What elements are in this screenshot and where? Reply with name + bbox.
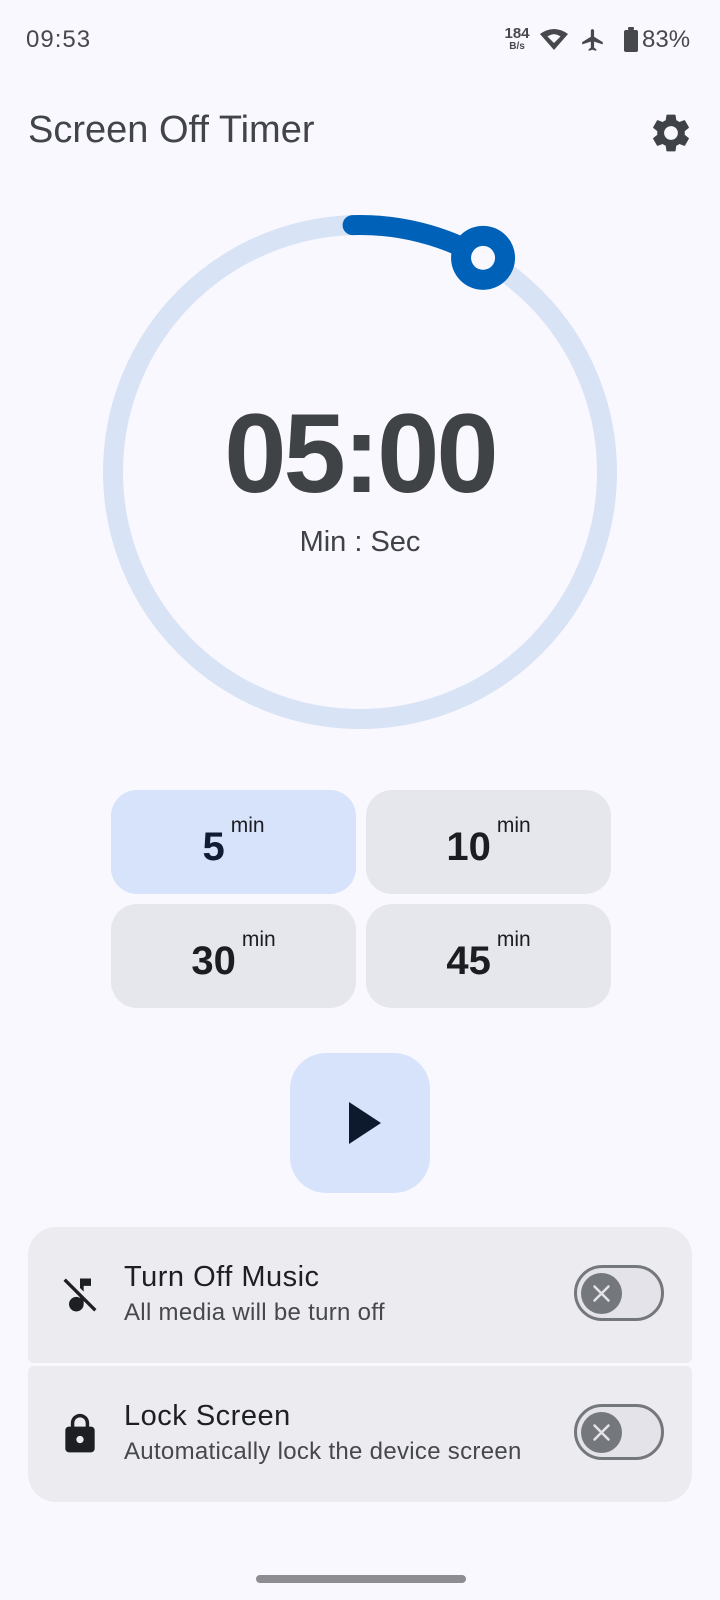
timer-drag-handle[interactable]: [451, 225, 516, 290]
preset-45-min-button[interactable]: 45 min: [366, 904, 611, 1008]
toggle-knob: [581, 1273, 622, 1314]
gear-icon: [653, 114, 689, 152]
battery-icon: [624, 27, 638, 52]
lock-icon: [65, 1413, 95, 1453]
preset-5-min-button[interactable]: 5 min: [111, 790, 356, 894]
settings-button[interactable]: [648, 110, 694, 156]
preset-value: 45: [446, 938, 491, 983]
timer-time-display: 05:00: [224, 391, 498, 516]
network-speed: 184 B/s: [500, 26, 534, 52]
option-subtitle: Automatically lock the device screen: [124, 1438, 522, 1465]
status-time: 09:53: [26, 26, 92, 53]
home-indicator[interactable]: [256, 1575, 466, 1583]
option-title: Turn Off Music: [124, 1261, 320, 1293]
lock-screen-toggle[interactable]: [574, 1404, 664, 1460]
preset-value: 10: [446, 824, 491, 869]
preset-value: 5: [202, 824, 225, 869]
play-button[interactable]: [290, 1053, 430, 1193]
preset-unit: min: [241, 928, 276, 951]
preset-30-min-button[interactable]: 30 min: [111, 904, 356, 1008]
preset-unit: min: [230, 814, 265, 837]
preset-unit: min: [496, 928, 531, 951]
close-icon: [593, 1424, 610, 1441]
option-subtitle: All media will be turn off: [124, 1299, 385, 1326]
preset-value: 30: [191, 938, 236, 983]
airplane-mode-icon: [582, 29, 603, 51]
preset-unit: min: [496, 814, 531, 837]
battery-percentage: 83%: [642, 26, 691, 53]
turn-off-music-card[interactable]: Turn Off Music All media will be turn of…: [28, 1227, 692, 1363]
page-title: Screen Off Timer: [28, 109, 315, 151]
option-title: Lock Screen: [124, 1400, 291, 1432]
music-off-icon: [63, 1278, 97, 1312]
toggle-knob: [581, 1412, 622, 1453]
preset-10-min-button[interactable]: 10 min: [366, 790, 611, 894]
turn-off-music-toggle[interactable]: [574, 1265, 664, 1321]
timer-unit-label: Min : Sec: [299, 526, 421, 558]
play-icon: [349, 1102, 381, 1144]
network-speed-unit: B/s: [509, 41, 525, 52]
close-icon: [593, 1285, 610, 1302]
timer-dial[interactable]: 05:00 Min : Sec: [96, 208, 624, 736]
status-bar: 09:53 184 B/s 83%: [0, 0, 720, 80]
lock-screen-card[interactable]: Lock Screen Automatically lock the devic…: [28, 1366, 692, 1502]
network-speed-value: 184: [504, 25, 530, 42]
wifi-icon: [540, 29, 568, 50]
